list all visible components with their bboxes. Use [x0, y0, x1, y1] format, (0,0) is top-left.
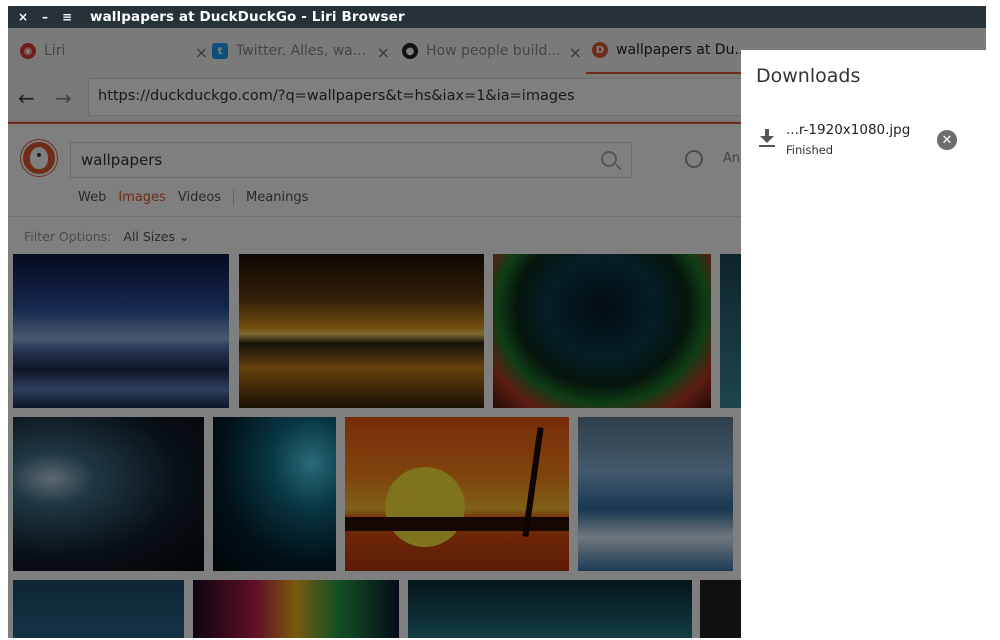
- window-minimize-button[interactable]: –: [34, 10, 56, 24]
- window-close-button[interactable]: ×: [12, 10, 34, 24]
- downloads-title: Downloads: [756, 65, 861, 87]
- remove-download-button[interactable]: ✕: [937, 130, 957, 150]
- download-status: Finished: [786, 143, 834, 157]
- window-menu-button[interactable]: ≡: [56, 10, 78, 24]
- download-icon: [759, 129, 775, 147]
- download-filename[interactable]: ...r-1920x1080.jpg: [786, 122, 910, 138]
- window-title: wallpapers at DuckDuckGo - Liri Browser: [90, 9, 405, 25]
- title-bar: × – ≡ wallpapers at DuckDuckGo - Liri Br…: [8, 6, 986, 28]
- browser-content: ◉ Liri × t Twitter. Alles, wa... × ● How…: [8, 28, 986, 638]
- browser-window: × – ≡ wallpapers at DuckDuckGo - Liri Br…: [8, 6, 986, 638]
- downloads-drawer: Downloads ...r-1920x1080.jpg Finished ✕: [741, 50, 986, 638]
